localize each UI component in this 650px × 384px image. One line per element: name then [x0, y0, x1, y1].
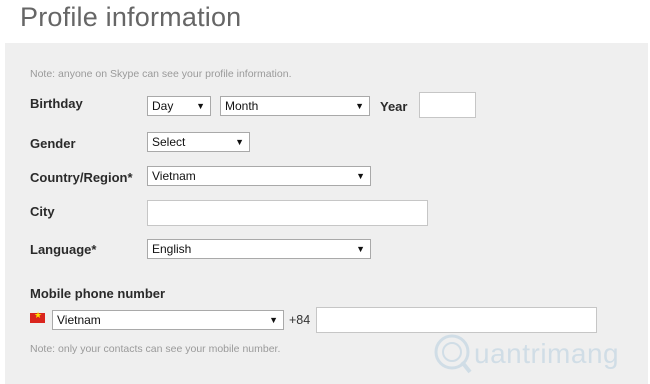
- chevron-down-icon: ▼: [356, 244, 365, 254]
- birthday-day-select[interactable]: Day ▼: [147, 96, 211, 116]
- city-input[interactable]: [147, 200, 428, 226]
- mobile-number-input[interactable]: [316, 307, 597, 333]
- chevron-down-icon: ▼: [356, 171, 365, 181]
- language-label: Language*: [30, 242, 97, 257]
- watermark-text: uantrimang: [474, 338, 620, 369]
- gender-select[interactable]: Select ▼: [147, 132, 250, 152]
- country-select[interactable]: Vietnam ▼: [147, 166, 371, 186]
- mobile-phone-label: Mobile phone number: [30, 286, 166, 301]
- quantrimang-logo-icon: [434, 334, 472, 374]
- gender-label: Gender: [30, 136, 76, 151]
- quantrimang-watermark: uantrimang: [432, 332, 642, 380]
- chevron-down-icon: ▼: [196, 101, 205, 111]
- gender-value: Select: [152, 135, 186, 149]
- language-value: English: [152, 242, 192, 256]
- country-label: Country/Region*: [30, 170, 133, 185]
- mobile-visibility-note: Note: only your contacts can see your mo…: [30, 343, 281, 355]
- mobile-country-value: Vietnam: [57, 313, 101, 327]
- birthday-day-value: Day: [152, 99, 174, 113]
- chevron-down-icon: ▼: [269, 315, 278, 325]
- chevron-down-icon: ▼: [355, 101, 364, 111]
- birthday-month-value: Month: [225, 99, 259, 113]
- birthday-year-label: Year: [380, 99, 408, 114]
- language-select[interactable]: English ▼: [147, 239, 371, 259]
- vietnam-flag-icon: ★: [30, 310, 45, 323]
- phone-country-code: +84: [289, 313, 311, 327]
- profile-visibility-note: Note: anyone on Skype can see your profi…: [30, 68, 292, 80]
- page-title: Profile information: [20, 2, 242, 32]
- flag-star-icon: ★: [34, 310, 43, 320]
- birthday-month-select[interactable]: Month ▼: [220, 96, 370, 116]
- chevron-down-icon: ▼: [235, 137, 244, 147]
- country-value: Vietnam: [152, 169, 196, 183]
- mobile-country-select[interactable]: Vietnam ▼: [52, 310, 284, 330]
- city-label: City: [30, 204, 55, 219]
- birthday-year-input[interactable]: [419, 92, 476, 118]
- birthday-label: Birthday: [30, 96, 83, 111]
